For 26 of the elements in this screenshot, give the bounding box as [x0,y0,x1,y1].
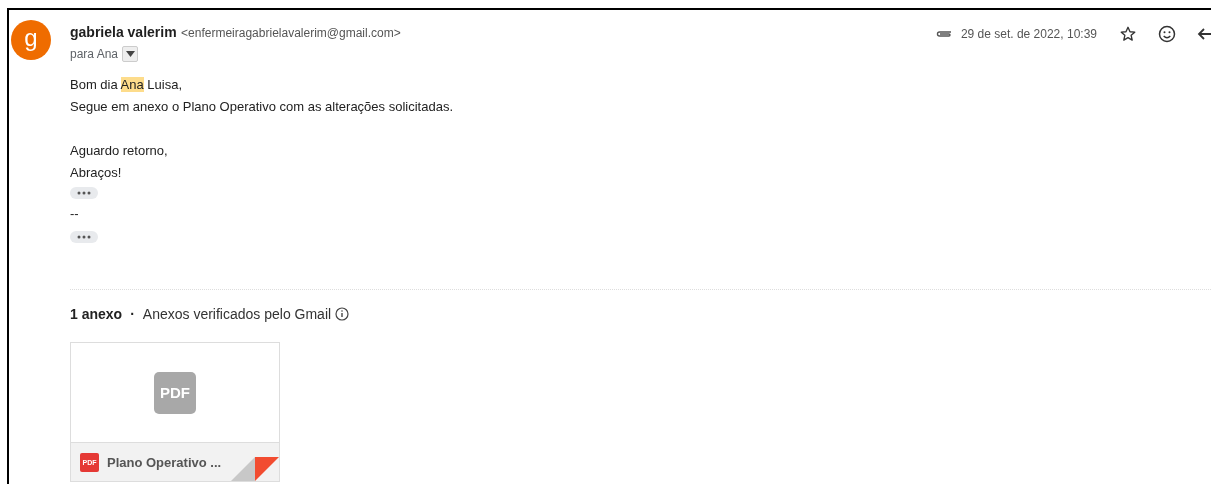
reply-icon[interactable] [1197,27,1211,41]
emoji-icon[interactable] [1157,24,1177,44]
closing-text: Abraços! [70,164,123,182]
caret-icon [125,51,135,57]
body-text: Segue em anexo o Plano Operativo com as alterações solicitadas. [70,98,454,116]
recipient-label: para Ana [70,47,119,61]
sender-email: <enfermeiragabrielavalerim@gmail.com> [181,26,401,40]
separator-dot: · [130,306,135,322]
scan-note: Anexos verificados pelo Gmail [142,306,332,322]
signature-text: -- [70,205,80,223]
page-corner-icon [231,457,279,481]
avatar: g [11,20,51,60]
show-trimmed-button[interactable] [70,231,98,243]
dots-icon [77,191,91,195]
star-icon[interactable] [1119,25,1137,43]
attachment-count: 1 anexo [70,306,123,322]
pdf-thumbnail-icon: PDF [154,371,196,414]
greeting-text: Bom dia Ana Luisa, [70,76,184,94]
dots-icon [77,235,91,239]
closing-text: Aguardo retorno, [70,142,169,160]
sender-name: gabriela valerim [70,24,177,40]
info-icon[interactable] [335,307,350,321]
email-date: 29 de set. de 2022, 10:39 [960,27,1097,41]
show-trimmed-button[interactable] [70,187,98,199]
attachment-name: Plano Operativo ... [107,454,222,470]
details-dropdown-button[interactable] [122,46,139,62]
